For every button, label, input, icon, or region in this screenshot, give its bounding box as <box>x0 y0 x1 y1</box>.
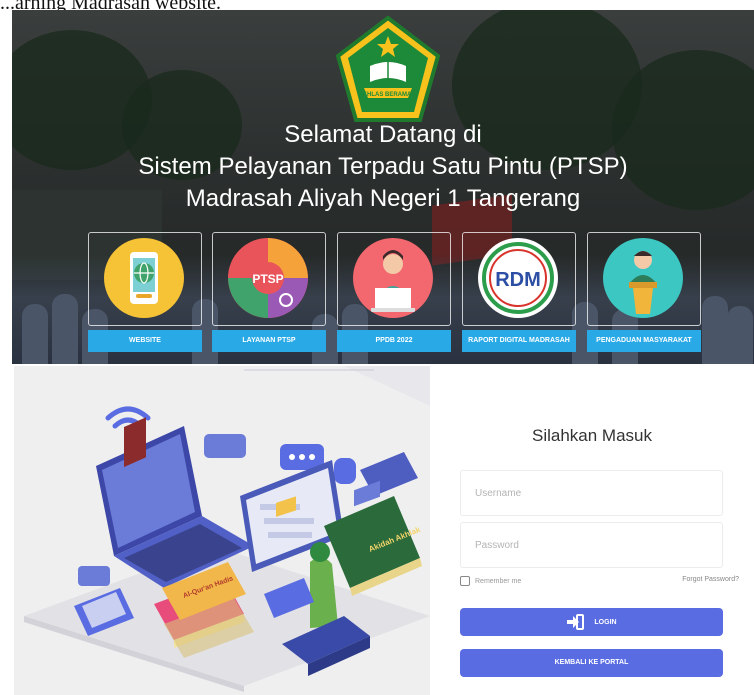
login-button[interactable]: LOGIN <box>460 608 723 636</box>
raport-digital-button[interactable]: RAPORT DIGITAL MADRASAH <box>462 330 576 352</box>
login-button-label: LOGIN <box>594 618 617 626</box>
layanan-ptsp-button[interactable]: LAYANAN PTSP <box>212 330 326 352</box>
remember-me-label: Remember me <box>475 577 522 585</box>
chat-bubble-icon <box>334 458 356 484</box>
username-input[interactable] <box>460 470 723 516</box>
login-form: Silahkan Masuk Remember me Forgot Passwo… <box>430 366 754 695</box>
kemenag-emblem-logo: IKHLAS BERAMAL <box>335 16 441 122</box>
login-title: Silahkan Masuk <box>531 426 652 445</box>
remember-me-checkbox[interactable]: Remember me <box>460 576 521 586</box>
rdm-icon-text: RDM <box>495 269 541 291</box>
website-button[interactable]: WEBSITE <box>88 330 202 352</box>
speaker-podium-icon <box>603 238 683 318</box>
tile-website[interactable]: WEBSITE <box>88 232 202 352</box>
rdm-logo-icon: RDM <box>478 238 558 318</box>
hero-title-line-2: Sistem Pelayanan Terpadu Satu Pintu (PTS… <box>138 153 628 180</box>
globe-phone-icon <box>104 238 184 318</box>
checkbox-icon[interactable] <box>460 576 470 586</box>
sign-in-icon <box>567 614 585 630</box>
ppdb-button[interactable]: PPDB 2022 <box>337 330 451 352</box>
back-to-portal-button[interactable]: KEMBALI KE PORTAL <box>460 649 723 677</box>
hero-title-line-1: Selamat Datang di <box>284 121 482 148</box>
hero-title-line-3: Madrasah Aliyah Negeri 1 Tangerang <box>185 185 581 212</box>
emblem-motto: IKHLAS BERAMAL <box>361 92 415 98</box>
chat-bubble-icon <box>204 434 246 458</box>
forgot-password-link[interactable]: Forgot Password? <box>682 576 739 583</box>
tile-raport-digital[interactable]: RDM RAPORT DIGITAL MADRASAH <box>462 232 576 352</box>
pengaduan-button[interactable]: PENGADUAN MASYARAKAT <box>587 330 701 352</box>
login-page: Akidah Akhlak Al-Qur'an Hadis Silahkan M… <box>14 366 754 695</box>
tile-layanan-ptsp[interactable]: PTSP LAYANAN PTSP <box>212 232 326 352</box>
portal-hero-banner: IKHLAS BERAMAL Selamat Datang di Sistem … <box>12 10 754 364</box>
tile-pengaduan[interactable]: PENGADUAN MASYARAKAT <box>587 232 701 352</box>
tile-ppdb[interactable]: PPDB 2022 <box>337 232 451 352</box>
message-icon <box>78 566 110 586</box>
ptsp-icon-text: PTSP <box>252 272 283 286</box>
password-input[interactable] <box>460 522 723 568</box>
person-laptop-icon <box>353 238 433 318</box>
e-learning-illustration: Akidah Akhlak Al-Qur'an Hadis <box>14 366 430 695</box>
ptsp-services-icon: PTSP <box>228 238 308 318</box>
